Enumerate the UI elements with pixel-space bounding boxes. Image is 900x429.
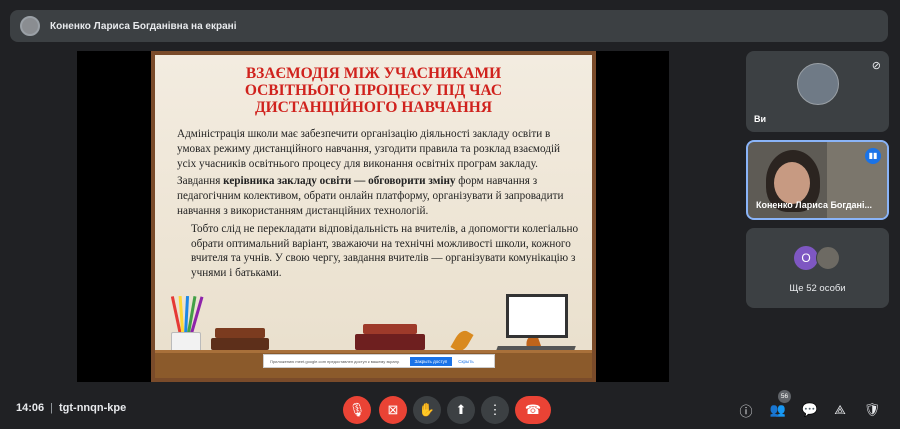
hand-icon: ✋ — [418, 402, 436, 417]
presenter-tile[interactable]: ▮▮ Коненко Лариса Богдані... — [746, 140, 889, 220]
presentation-banner: Коненко Лариса Богданівна на екрані — [10, 10, 888, 42]
self-avatar — [796, 63, 839, 105]
camera-off-icon: ⊠ — [387, 402, 399, 417]
laptop-illustration — [494, 294, 576, 356]
self-tile[interactable]: ⊘ Ви — [746, 51, 889, 132]
slide-paragraph: Завдання керівника закладу освіти — обго… — [177, 175, 564, 217]
meeting-info: 14:06 | tgt-nnqn-kpe — [16, 402, 127, 414]
activities-button[interactable]: ⟁ — [830, 400, 850, 420]
end-call-icon: ☎ — [524, 402, 542, 417]
participant-photo-avatar — [816, 246, 840, 270]
hide-notice-link[interactable]: Скрыть — [458, 359, 473, 364]
stop-sharing-button[interactable]: Закрыть доступ — [409, 356, 453, 366]
presenter-name: Коненко Лариса Богдані... — [756, 200, 872, 210]
mic-off-icon: 🎙 — [348, 402, 366, 417]
meeting-code: tgt-nnqn-kpe — [59, 402, 127, 414]
presentation-slide: ВЗАЄМОДІЯ МІЖ УЧАСНИКАМИ ОСВІТНЬОГО ПРОЦ… — [151, 51, 596, 382]
screen-share-notice: Приложению meet.google.com предоставлен … — [263, 354, 495, 368]
more-options-button[interactable]: ⋮ — [481, 396, 509, 424]
info-icon: ⓘ — [739, 403, 753, 419]
people-button[interactable]: 👥 — [768, 400, 788, 420]
slide-title-line: ОСВІТНЬОГО ПРОЦЕСУ ПІД ЧАС — [244, 82, 503, 99]
slide-title-line: ДИСТАНЦІЙНОГО НАВЧАННЯ — [254, 99, 493, 116]
host-controls-button[interactable]: 🛡 — [862, 400, 882, 420]
chat-icon: 💬 — [801, 402, 819, 417]
participant-initial-avatar: О — [794, 246, 818, 270]
slide-paragraph: Тобто слід не перекладати відповідальніс… — [191, 222, 579, 280]
slide-body: Адміністрація школи має забезпечити орга… — [177, 127, 580, 284]
slide-title: ВЗАЄМОДІЯ МІЖ УЧАСНИКАМИ ОСВІТНЬОГО ПРОЦ… — [155, 65, 592, 116]
self-name: Ви — [754, 114, 767, 124]
slide-title-line: ВЗАЄМОДІЯ МІЖ УЧАСНИКАМИ — [245, 65, 502, 82]
presenter-label: Коненко Лариса Богданівна на екрані — [50, 20, 237, 32]
others-tile[interactable]: О Ще 52 особи — [746, 228, 889, 308]
speaking-indicator-icon: ▮▮ — [865, 148, 881, 164]
shared-screen: ВЗАЄМОДІЯ МІЖ УЧАСНИКАМИ ОСВІТНЬОГО ПРОЦ… — [77, 51, 669, 382]
present-screen-icon: ⬆ — [455, 402, 467, 417]
mic-off-icon: ⊘ — [871, 60, 881, 72]
presenter-avatar — [20, 16, 40, 36]
raise-hand-button[interactable]: ✋ — [413, 396, 441, 424]
leave-call-button[interactable]: ☎ — [515, 396, 551, 424]
mic-toggle-button[interactable]: 🎙 — [343, 396, 371, 424]
others-count-label: Ще 52 особи — [789, 283, 846, 294]
pencil-cup-illustration — [167, 295, 205, 358]
chat-button[interactable]: 💬 — [800, 400, 820, 420]
more-vert-icon: ⋮ — [488, 402, 502, 417]
shield-icon: 🛡 — [863, 402, 881, 417]
people-icon: 👥 — [769, 402, 787, 417]
slide-paragraph: Адміністрація школи має забезпечити орга… — [177, 128, 561, 170]
activities-icon: ⟁ — [834, 402, 846, 417]
camera-toggle-button[interactable]: ⊠ — [379, 396, 407, 424]
meeting-details-button[interactable]: ⓘ — [736, 400, 756, 420]
clock: 14:06 — [16, 402, 45, 414]
participants-count-badge: 56 — [778, 390, 791, 403]
books-illustration — [211, 338, 269, 350]
present-now-button[interactable]: ⬆ — [447, 396, 475, 424]
